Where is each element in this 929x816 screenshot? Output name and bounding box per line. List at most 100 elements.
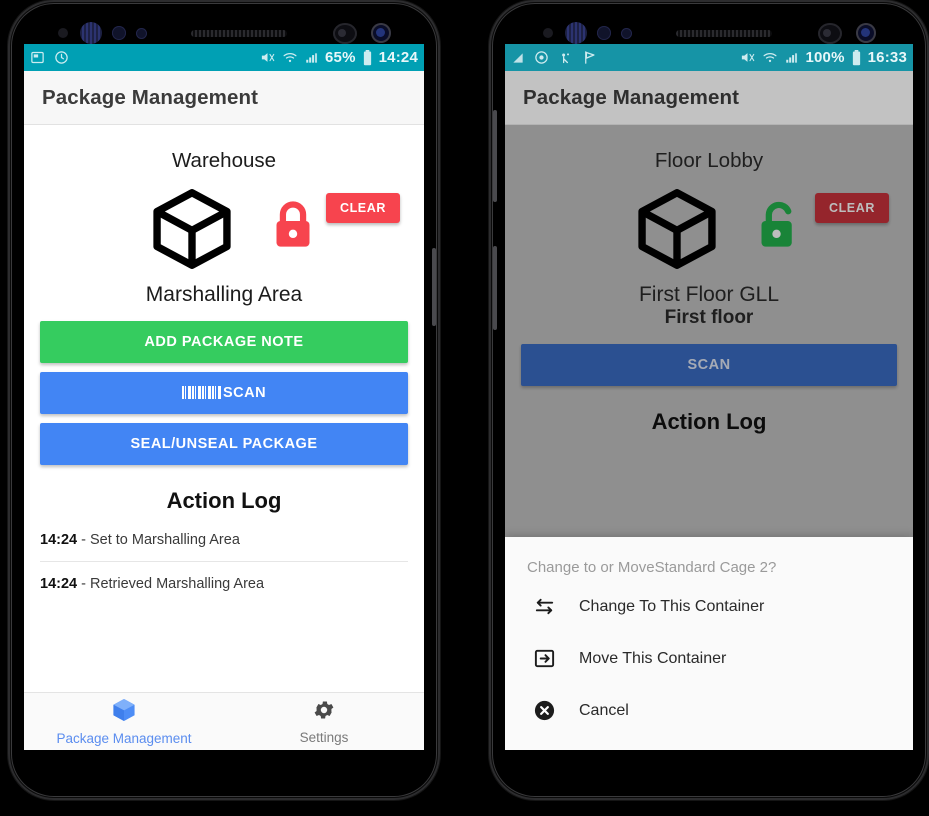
location-icon xyxy=(558,50,573,65)
seal-unseal-package-button[interactable]: SEAL/UNSEAL PACKAGE xyxy=(40,423,408,466)
volume-button[interactable] xyxy=(493,110,497,202)
container-parent-label-right: Floor Lobby xyxy=(654,149,764,172)
sheet-label: Cancel xyxy=(579,701,629,719)
earpiece-speaker-icon xyxy=(190,29,287,37)
sim-card-icon xyxy=(511,51,525,65)
container-hero-right: Floor Lobby CLEAR First Floor GLL First … xyxy=(505,125,913,330)
phone-right: 100% 16:33 Package Management Floor Lobb… xyxy=(489,0,929,800)
status-bar-left: 65% 14:24 xyxy=(24,44,424,71)
battery-percent-right: 100% xyxy=(805,49,845,66)
assistant-button[interactable] xyxy=(493,246,497,330)
log-text: - Retrieved Marshalling Area xyxy=(77,576,265,593)
clock-icon xyxy=(534,50,549,65)
page-title-right: Package Management xyxy=(523,85,739,109)
container-name-right: First Floor GLL xyxy=(638,283,780,306)
clock-time-left: 14:24 xyxy=(378,49,418,66)
barcode-icon xyxy=(181,386,222,400)
unlocked-padlock-icon xyxy=(756,199,800,259)
iris-scanner-icon xyxy=(564,22,587,44)
phone-right-screen: 100% 16:33 Package Management Floor Lobb… xyxy=(505,44,913,750)
action-log-title-left: Action Log xyxy=(166,488,282,514)
sheet-item-cancel[interactable]: Cancel xyxy=(505,684,913,736)
earpiece-speaker-icon xyxy=(675,29,772,37)
package-box-icon xyxy=(149,186,235,272)
phone-left-screen: 65% 14:24 Package Management Warehouse C… xyxy=(24,44,424,750)
mute-icon xyxy=(739,50,756,65)
led-indicator-icon xyxy=(620,27,632,39)
log-row: 14:24 - Set to Marshalling Area xyxy=(40,518,408,563)
battery-icon xyxy=(851,49,862,66)
battery-percent-left: 65% xyxy=(325,49,356,66)
nav-label-settings: Settings xyxy=(299,730,349,745)
move-into-box-icon xyxy=(531,647,557,670)
content-left: Warehouse CLEAR Marshalling Area ADD PAC… xyxy=(24,125,424,750)
container-name-left: Marshalling Area xyxy=(145,283,303,306)
status-bar-right: 100% 16:33 xyxy=(505,44,913,71)
front-camera-icon xyxy=(332,22,357,44)
clear-button-left[interactable]: CLEAR xyxy=(325,193,400,223)
action-log-list-left: 14:24 - Set to Marshalling Area 14:24 - … xyxy=(24,518,424,605)
proximity-sensor-icon xyxy=(57,28,68,38)
front-camera-icon xyxy=(817,22,842,44)
add-package-note-button[interactable]: ADD PACKAGE NOTE xyxy=(40,321,408,364)
content-right: Floor Lobby CLEAR First Floor GLL First … xyxy=(505,125,913,750)
secondary-camera-icon xyxy=(855,23,876,43)
package-box-icon xyxy=(634,186,720,272)
gear-icon xyxy=(312,698,336,727)
clear-button-right[interactable]: CLEAR xyxy=(814,193,889,223)
container-sub-right: First floor xyxy=(664,307,754,329)
sheet-label: Move This Container xyxy=(579,649,727,667)
nav-label-package-management: Package Management xyxy=(56,731,192,746)
log-time: 14:24 xyxy=(40,576,78,593)
bottom-sheet-dialog: Change to or MoveStandard Cage 2? Change… xyxy=(505,537,913,750)
log-time: 14:24 xyxy=(40,532,78,549)
page-title-left: Package Management xyxy=(42,85,258,109)
log-row: 14:24 - Retrieved Marshalling Area xyxy=(40,562,408,605)
mute-icon xyxy=(259,50,276,65)
clock-time-right: 16:33 xyxy=(867,49,907,66)
battery-icon xyxy=(362,49,373,66)
package-box-icon xyxy=(111,697,137,728)
container-hero-left: Warehouse CLEAR Marshalling Area xyxy=(24,125,424,307)
iris-scanner-icon xyxy=(79,22,102,44)
light-sensor-icon xyxy=(596,26,611,40)
sim-card-icon xyxy=(30,50,45,65)
signal-icon xyxy=(304,51,319,65)
light-sensor-icon xyxy=(111,26,126,40)
sheet-label: Change To This Container xyxy=(579,597,765,615)
flag-icon xyxy=(582,50,597,65)
signal-icon xyxy=(784,51,799,65)
bottom-sheet-title: Change to or MoveStandard Cage 2? xyxy=(527,559,777,576)
scan-button-right[interactable]: SCAN xyxy=(521,344,897,387)
nav-item-package-management[interactable]: Package Management xyxy=(24,693,224,750)
wifi-icon xyxy=(762,51,778,65)
proximity-sensor-icon xyxy=(542,28,553,38)
screenshot-stage: 65% 14:24 Package Management Warehouse C… xyxy=(0,0,929,816)
clock-icon xyxy=(54,50,69,65)
action-log-title-right: Action Log xyxy=(651,409,767,435)
app-toolbar-left: Package Management xyxy=(24,71,424,125)
swap-arrows-icon xyxy=(531,595,557,618)
sheet-item-change-to-this-container[interactable]: Change To This Container xyxy=(505,580,913,632)
action-buttons-right: SCAN xyxy=(505,330,913,387)
wifi-icon xyxy=(282,51,298,65)
scan-button-left[interactable]: SCAN xyxy=(40,372,408,415)
secondary-camera-icon xyxy=(370,23,391,43)
log-text: - Set to Marshalling Area xyxy=(77,532,240,549)
locked-padlock-icon xyxy=(271,199,315,259)
phone-right-sensor-row xyxy=(489,20,929,46)
phone-left-sensor-row xyxy=(8,20,440,46)
app-toolbar-right: Package Management xyxy=(505,71,913,125)
cancel-circle-x-icon xyxy=(531,699,557,722)
bottom-navigation-left: Package Management Settings xyxy=(24,692,424,750)
action-buttons-left: ADD PACKAGE NOTE SCAN SEAL/UNSEAL PACKAG… xyxy=(24,307,424,466)
phone-left: 65% 14:24 Package Management Warehouse C… xyxy=(8,0,440,800)
nav-item-settings[interactable]: Settings xyxy=(224,693,424,750)
scan-button-label-left: SCAN xyxy=(222,385,267,402)
sheet-item-move-this-container[interactable]: Move This Container xyxy=(505,632,913,684)
container-status-row-right: CLEAR xyxy=(505,181,913,277)
container-parent-label-left: Warehouse xyxy=(171,149,277,172)
power-button[interactable] xyxy=(432,248,436,326)
led-indicator-icon xyxy=(135,27,147,39)
container-status-row-left: CLEAR xyxy=(24,181,424,277)
